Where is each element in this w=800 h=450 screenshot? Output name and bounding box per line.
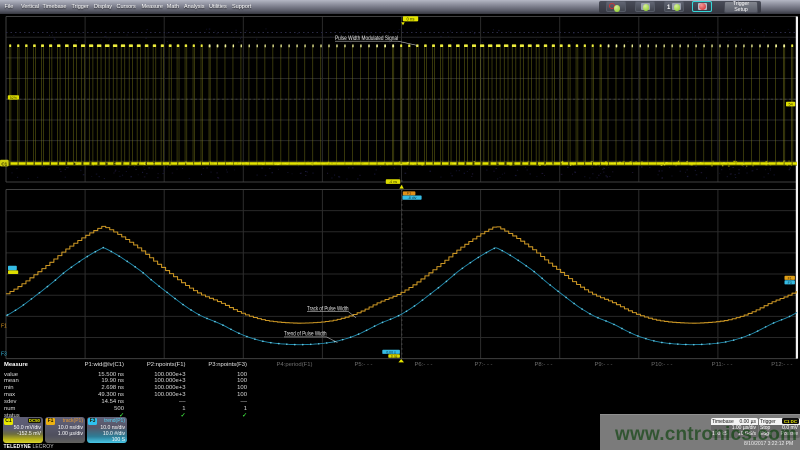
svg-text:C1: C1	[1, 161, 7, 166]
svg-text:Track of Pulse Width: Track of Pulse Width	[307, 305, 349, 312]
svg-text:F1: F1	[1, 324, 7, 330]
svg-text:F1: F1	[407, 192, 411, 196]
svg-text:54: 54	[788, 103, 792, 107]
svg-text:-8 div: -8 div	[408, 196, 417, 200]
svg-text:-4 ns: -4 ns	[389, 180, 398, 184]
svg-text:F1: F1	[788, 276, 792, 280]
svg-text:0 ns: 0 ns	[391, 354, 398, 358]
svg-text:Pulse Width Modulated Signal: Pulse Width Modulated Signal	[335, 35, 398, 42]
svg-text:F3: F3	[788, 281, 792, 285]
svg-text:F3: F3	[1, 352, 7, 358]
svg-text:0 ns: 0 ns	[407, 17, 415, 22]
svg-text:52%: 52%	[10, 96, 18, 100]
svg-text:Trend of Pulse Width: Trend of Pulse Width	[284, 331, 327, 338]
